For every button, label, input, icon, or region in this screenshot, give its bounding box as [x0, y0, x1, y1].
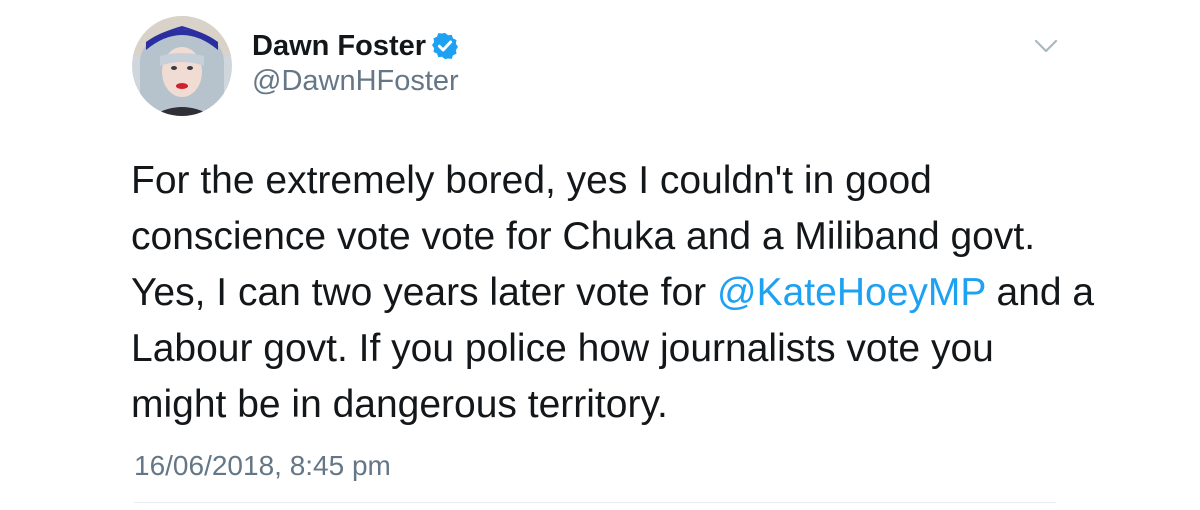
- divider: [134, 502, 1056, 503]
- avatar-photo: [132, 16, 232, 116]
- chevron-down-icon[interactable]: [1032, 36, 1060, 56]
- verified-badge-icon: [432, 32, 458, 60]
- author-handle[interactable]: @DawnHFoster: [252, 65, 459, 98]
- tweet-line-5: might be in dangerous territory.: [131, 383, 668, 426]
- tweet-line-3-start: Yes, I can two years later vote for: [131, 271, 718, 314]
- tweet-line-2: conscience vote vote for Chuka and a Mil…: [131, 215, 1036, 258]
- tweet-line-4: Labour govt. If you police how journalis…: [131, 327, 994, 370]
- tweet-text: For the extremely bored, yes I couldn't …: [131, 153, 1131, 433]
- tweet-line-3-end: and a: [985, 271, 1095, 314]
- avatar[interactable]: [132, 16, 232, 116]
- author-display-name[interactable]: Dawn Foster: [252, 30, 426, 63]
- tweet-line-3: Yes, I can two years later vote for @Kat…: [131, 265, 1131, 321]
- mention-link[interactable]: @KateHoeyMP: [717, 271, 986, 314]
- tweet-timestamp[interactable]: 16/06/2018, 8:45 pm: [134, 450, 391, 482]
- tweet-line-1: For the extremely bored, yes I couldn't …: [131, 159, 932, 202]
